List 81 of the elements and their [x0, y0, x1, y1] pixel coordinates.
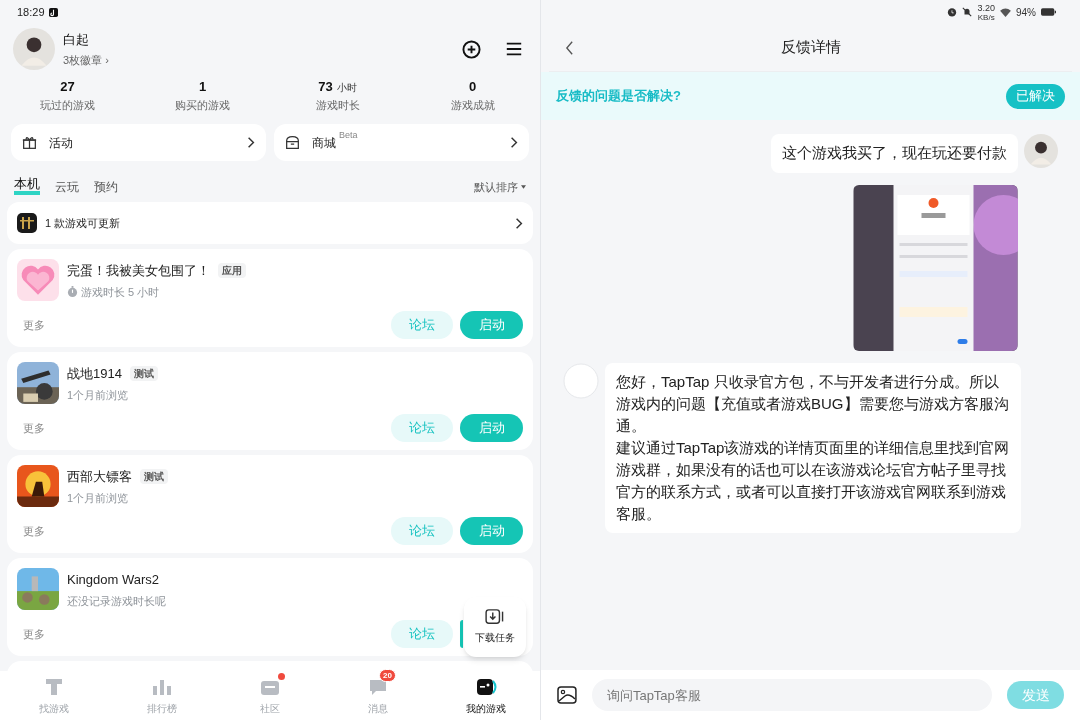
- nav-item[interactable]: 20 消息: [324, 671, 432, 720]
- resolved-button[interactable]: 已解决: [1006, 83, 1065, 109]
- game-title[interactable]: 西部大镖客: [67, 467, 132, 487]
- more-link[interactable]: 更多: [23, 316, 45, 334]
- forum-button[interactable]: 论坛: [391, 517, 453, 545]
- update-banner[interactable]: 1 款游戏可更新: [7, 202, 533, 244]
- nav-item[interactable]: 我的游戏: [432, 671, 540, 720]
- wifi-icon: [1000, 7, 1011, 17]
- shortcut-label: 活动: [49, 134, 73, 152]
- more-link[interactable]: 更多: [23, 419, 45, 437]
- image-icon[interactable]: [557, 686, 577, 704]
- nav-item[interactable]: 排行榜: [108, 671, 216, 720]
- menu-icon[interactable]: [505, 40, 523, 58]
- badges-link[interactable]: 3枚徽章 ›: [63, 52, 109, 69]
- launch-button[interactable]: 启动: [460, 414, 523, 442]
- avatar: [1024, 134, 1058, 168]
- stat-value: 27: [60, 78, 75, 96]
- status-time: 18:29: [17, 4, 45, 20]
- alarm-icon: [947, 7, 958, 17]
- stat-value: 73: [318, 78, 333, 96]
- message-paragraph: 您好，TapTap 只收录官方包，不与开发者进行分成。所以游戏内的问题【充值或者游戏BUG】需要您与游戏方客服沟通。: [616, 371, 1010, 436]
- game-title[interactable]: 完蛋！我被美女包围了！: [67, 261, 210, 281]
- caret-icon: [521, 184, 526, 189]
- stat-label: 玩过的游戏: [40, 97, 95, 113]
- shortcut-card[interactable]: 活动: [11, 124, 266, 161]
- stat-value: 1: [198, 78, 207, 96]
- stat-label: 购买的游戏: [175, 97, 230, 113]
- download-icon: [485, 609, 505, 625]
- game-tag: 应用: [218, 263, 246, 279]
- forum-button[interactable]: 论坛: [391, 620, 453, 648]
- launch-button[interactable]: 启动: [460, 311, 523, 339]
- battery-icon: [1041, 8, 1056, 16]
- tab[interactable]: 云玩: [55, 179, 79, 195]
- chevron-right-icon: [515, 216, 523, 230]
- game-title[interactable]: 战地1914: [67, 364, 122, 384]
- resolve-question: 反馈的问题是否解决?: [556, 87, 681, 106]
- nav-item[interactable]: 找游戏: [0, 671, 108, 720]
- battery-percent: 94%: [1016, 5, 1036, 20]
- chevron-right-icon: [510, 136, 518, 149]
- avatar: [13, 28, 55, 70]
- user-message: 这个游戏我买了，现在玩还要付款: [771, 134, 1018, 173]
- more-link[interactable]: 更多: [23, 522, 45, 540]
- user-name: 白起: [63, 30, 90, 49]
- add-icon[interactable]: [462, 39, 481, 59]
- message-paragraph: 建议通过TapTap该游戏的详情页面里的详细信息里找到官网游戏群，如果没有的话也可以在该游戏论坛官方帖子里寻找官方的联系方式，或者可以直接打开该游戏官网联系到游戏客服。: [616, 437, 1010, 524]
- unread-count: 20: [379, 669, 396, 682]
- tab[interactable]: 预约: [94, 179, 118, 195]
- page-title: 反馈详情: [780, 37, 841, 58]
- network-speed: 3.20: [977, 2, 995, 13]
- update-text: 1 款游戏可更新: [45, 215, 121, 231]
- game-status: 游戏时长 5 小时: [81, 284, 160, 300]
- store-icon: [285, 135, 300, 150]
- gift-icon: [22, 135, 37, 150]
- more-link[interactable]: 更多: [23, 625, 45, 643]
- game-status: 还没记录游戏时长呢: [67, 593, 166, 609]
- shortcut-label: 商城: [312, 134, 336, 152]
- mute-icon: [962, 7, 973, 17]
- stat-unit: 小时: [336, 81, 357, 95]
- beta-tag: Beta: [339, 129, 358, 143]
- network-speed-unit: KB/s: [977, 12, 995, 22]
- nav-item[interactable]: 社区: [216, 671, 324, 720]
- sort-dropdown[interactable]: 默认排序: [474, 178, 526, 195]
- back-icon[interactable]: [565, 39, 574, 56]
- stat-label: 游戏时长: [315, 97, 360, 113]
- avatar: [563, 362, 599, 399]
- game-tag: 测试: [140, 469, 168, 485]
- stat-value: 0: [468, 78, 477, 96]
- message-input[interactable]: 询问TapTap客服: [591, 679, 993, 711]
- stat-label: 游戏成就: [450, 97, 495, 113]
- game-title[interactable]: Kingdom Wars2: [67, 570, 159, 590]
- app-notification-icon: [48, 7, 58, 17]
- game-tag: 测试: [129, 366, 158, 382]
- launch-button[interactable]: 启动: [460, 517, 523, 545]
- forum-button[interactable]: 论坛: [391, 311, 453, 339]
- game-status: 1个月前浏览: [67, 490, 129, 506]
- chevron-right-icon: [247, 136, 255, 149]
- download-tasks-button[interactable]: 下载任务: [464, 597, 526, 657]
- forum-button[interactable]: 论坛: [391, 414, 453, 442]
- game-status: 1个月前浏览: [67, 387, 129, 403]
- shortcut-card[interactable]: 商城 Beta: [274, 124, 529, 161]
- tab[interactable]: 本机: [14, 177, 40, 195]
